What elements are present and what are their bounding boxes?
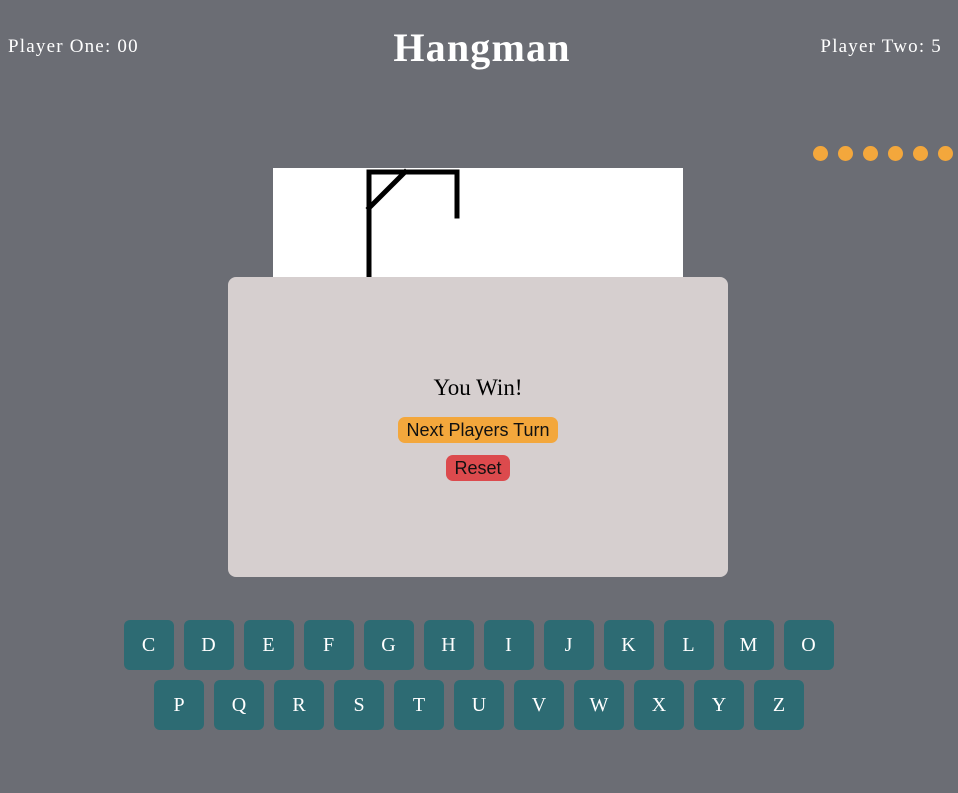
letter-key-f[interactable]: F — [303, 620, 354, 670]
letter-keyboard: C D E F G H I J K L M O P Q R S T U V W … — [0, 620, 958, 740]
letter-key-j[interactable]: J — [543, 620, 594, 670]
letter-key-s[interactable]: S — [334, 680, 384, 730]
letter-key-t[interactable]: T — [394, 680, 444, 730]
letter-key-z[interactable]: Z — [754, 680, 804, 730]
letter-key-r[interactable]: R — [274, 680, 324, 730]
letter-key-c[interactable]: C — [123, 620, 174, 670]
letter-key-d[interactable]: D — [183, 620, 234, 670]
gallows-canvas — [273, 168, 683, 281]
keyboard-row-2: P Q R S T U V W X Y Z — [0, 680, 958, 730]
player-two-score: Player Two: 5 — [820, 36, 942, 57]
letter-key-x[interactable]: X — [634, 680, 684, 730]
gallows-brace — [365, 168, 409, 212]
reset-button[interactable]: Reset — [446, 455, 510, 481]
letter-key-k[interactable]: K — [603, 620, 654, 670]
letter-key-g[interactable]: G — [363, 620, 414, 670]
letter-key-o[interactable]: O — [783, 620, 834, 670]
next-players-turn-button[interactable]: Next Players Turn — [398, 417, 558, 443]
gallows-drawing — [365, 168, 460, 281]
letter-key-m[interactable]: M — [723, 620, 774, 670]
page-title: Hangman — [393, 25, 571, 70]
result-message: You Win! — [433, 375, 523, 400]
keyboard-row-1: C D E F G H I J K L M O — [0, 620, 958, 670]
life-dot — [813, 146, 828, 161]
life-dot — [888, 146, 903, 161]
life-dot — [838, 146, 853, 161]
letter-key-u[interactable]: U — [454, 680, 504, 730]
letter-key-v[interactable]: V — [514, 680, 564, 730]
letter-key-y[interactable]: Y — [694, 680, 744, 730]
letter-key-l[interactable]: L — [663, 620, 714, 670]
life-dot — [938, 146, 953, 161]
lives-indicator — [813, 146, 953, 161]
letter-key-q[interactable]: Q — [214, 680, 264, 730]
letter-key-p[interactable]: P — [154, 680, 204, 730]
life-dot — [863, 146, 878, 161]
life-dot — [913, 146, 928, 161]
letter-key-h[interactable]: H — [423, 620, 474, 670]
letter-key-e[interactable]: E — [243, 620, 294, 670]
letter-key-w[interactable]: W — [574, 680, 624, 730]
result-modal: You Win! Next Players Turn Reset — [228, 277, 728, 577]
letter-key-i[interactable]: I — [483, 620, 534, 670]
